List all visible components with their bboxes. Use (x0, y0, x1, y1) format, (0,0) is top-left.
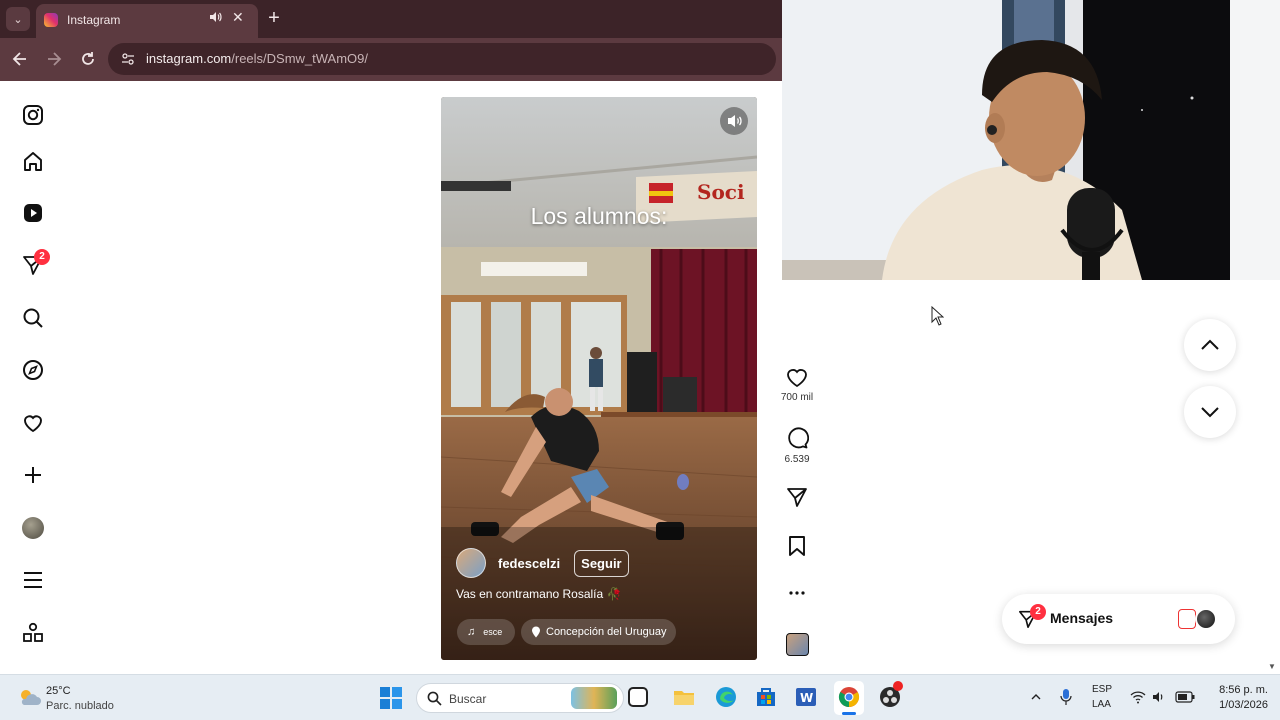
weather-temperature: 25°C (46, 685, 71, 697)
explore-icon[interactable] (22, 359, 44, 381)
comment-count: 6.539 (784, 454, 810, 465)
clock[interactable]: 8:56 p. m. 1/03/2026 (1206, 683, 1268, 715)
location-chip[interactable]: Concepción del Uruguay (521, 619, 677, 645)
messages-panel-badge: 2 (1030, 604, 1046, 620)
weather-partly-cloudy-icon (21, 690, 41, 705)
reel-author: fedescelzi Seguir (456, 548, 629, 578)
url-text: instagram.com/reels/DSmw_tWAmO9/ (146, 51, 369, 66)
weather-description: Parc. nublado (46, 700, 114, 712)
search-placeholder: Buscar (449, 692, 487, 706)
obs-studio-item[interactable] (878, 681, 903, 709)
reel-video[interactable]: Soci Los alumnos: fedescelzi Seguir Vas … (441, 97, 757, 660)
microphone-icon[interactable] (1059, 688, 1073, 706)
author-avatar[interactable] (456, 548, 486, 578)
next-reel-button[interactable] (1184, 386, 1236, 438)
task-view-icon[interactable] (628, 687, 648, 707)
contact-avatar (1195, 608, 1217, 630)
windows-start-icon[interactable] (379, 686, 403, 710)
search-highlight-image (571, 687, 617, 709)
home-icon[interactable] (22, 150, 44, 172)
taskbar-search-box[interactable]: Buscar (416, 683, 624, 713)
tab-close-button[interactable]: ✕ (232, 9, 244, 26)
messages-label: Mensajes (1050, 610, 1114, 626)
notifications-heart-icon[interactable] (22, 412, 44, 434)
edge-browser-icon[interactable] (714, 685, 738, 709)
reel-overlay-text: Los alumnos: (530, 203, 668, 229)
back-arrow-icon[interactable] (9, 48, 31, 70)
share-icon[interactable] (786, 486, 808, 508)
webcam-overlay (782, 0, 1280, 280)
chevron-up-icon (1201, 339, 1219, 350)
tab-search-dropdown-button[interactable]: ⌄ (6, 7, 30, 31)
language-code: ESP (1092, 684, 1113, 695)
chrome-taskbar-item[interactable] (834, 681, 864, 715)
browser-toolbar: instagram.com/reels/DSmw_tWAmO9/ (0, 38, 782, 81)
tab-audio-playing-icon[interactable] (208, 10, 222, 24)
messages-panel-button[interactable]: 2 Mensajes (1002, 594, 1235, 644)
new-tab-button[interactable]: + (262, 6, 286, 30)
contact-avatar (1178, 609, 1196, 629)
audio-thumbnail[interactable] (786, 633, 809, 656)
clock-time: 8:56 p. m. (1219, 684, 1268, 696)
also-from-meta-icon[interactable] (22, 622, 44, 644)
chrome-browser-icon (838, 687, 860, 708)
clock-date: 1/03/2026 (1219, 699, 1268, 711)
profile-avatar[interactable] (22, 517, 44, 539)
messages-badge: 2 (34, 249, 50, 265)
keyboard-layout: LAA (1092, 699, 1111, 710)
forward-arrow-icon[interactable] (43, 48, 65, 70)
instagram-logo-icon[interactable] (22, 104, 44, 126)
reel-caption[interactable]: Vas en contramano Rosalía 🥀 (456, 587, 621, 601)
location-pin-icon (532, 626, 540, 638)
wifi-icon[interactable] (1130, 690, 1146, 704)
weather-widget[interactable]: 25°C Parc. nublado (14, 683, 154, 715)
battery-icon[interactable] (1175, 691, 1195, 703)
save-bookmark-icon[interactable] (787, 535, 807, 557)
chevron-down-icon (1201, 407, 1219, 418)
previous-reel-button[interactable] (1184, 319, 1236, 371)
file-explorer-icon[interactable] (672, 685, 696, 709)
site-settings-icon[interactable] (120, 51, 136, 67)
browser-tab-bar: ⌄ Instagram ✕ + (0, 0, 782, 38)
search-icon (427, 691, 442, 706)
speaker-icon (728, 115, 742, 127)
windows-taskbar: 25°C Parc. nublado Buscar W ESP LAA 8:56… (0, 674, 1280, 720)
sign-text: Soci (697, 180, 745, 204)
sidebar-item-messages[interactable]: 2 (22, 249, 50, 276)
follow-button[interactable]: Seguir (574, 549, 629, 577)
heart-icon (787, 369, 807, 388)
instagram-favicon-icon (44, 13, 58, 27)
music-note-icon: ♫ (467, 626, 476, 638)
comment-icon (788, 427, 809, 449)
create-plus-icon[interactable] (22, 464, 44, 486)
chevron-up-icon[interactable] (1030, 691, 1042, 703)
mute-toggle-button[interactable] (720, 107, 748, 135)
reload-icon[interactable] (77, 48, 99, 70)
scrollbar-down-arrow[interactable]: ▼ (1268, 662, 1278, 672)
reels-icon[interactable] (22, 202, 44, 224)
audio-label: esce (483, 627, 503, 637)
microsoft-store-icon[interactable] (754, 685, 778, 709)
mouse-cursor-icon (931, 306, 944, 326)
like-action[interactable]: 700 mil (776, 366, 818, 403)
comment-action[interactable]: 6.539 (776, 426, 818, 465)
svg-text:W: W (800, 691, 813, 705)
volume-icon[interactable] (1152, 690, 1166, 704)
tab-title: Instagram (67, 13, 121, 27)
author-username[interactable]: fedescelzi (498, 556, 560, 571)
more-options-icon[interactable] (787, 585, 807, 601)
location-label: Concepción del Uruguay (546, 626, 667, 638)
audio-chip[interactable]: ♫ esce (457, 619, 515, 645)
webcam-video (782, 0, 1280, 280)
search-icon[interactable] (22, 307, 44, 329)
word-app-icon[interactable]: W (794, 685, 818, 709)
like-count: 700 mil (780, 392, 814, 403)
address-bar[interactable]: instagram.com/reels/DSmw_tWAmO9/ (108, 43, 776, 75)
tab-instagram[interactable]: Instagram ✕ (36, 4, 258, 38)
more-menu-icon[interactable] (22, 569, 44, 591)
